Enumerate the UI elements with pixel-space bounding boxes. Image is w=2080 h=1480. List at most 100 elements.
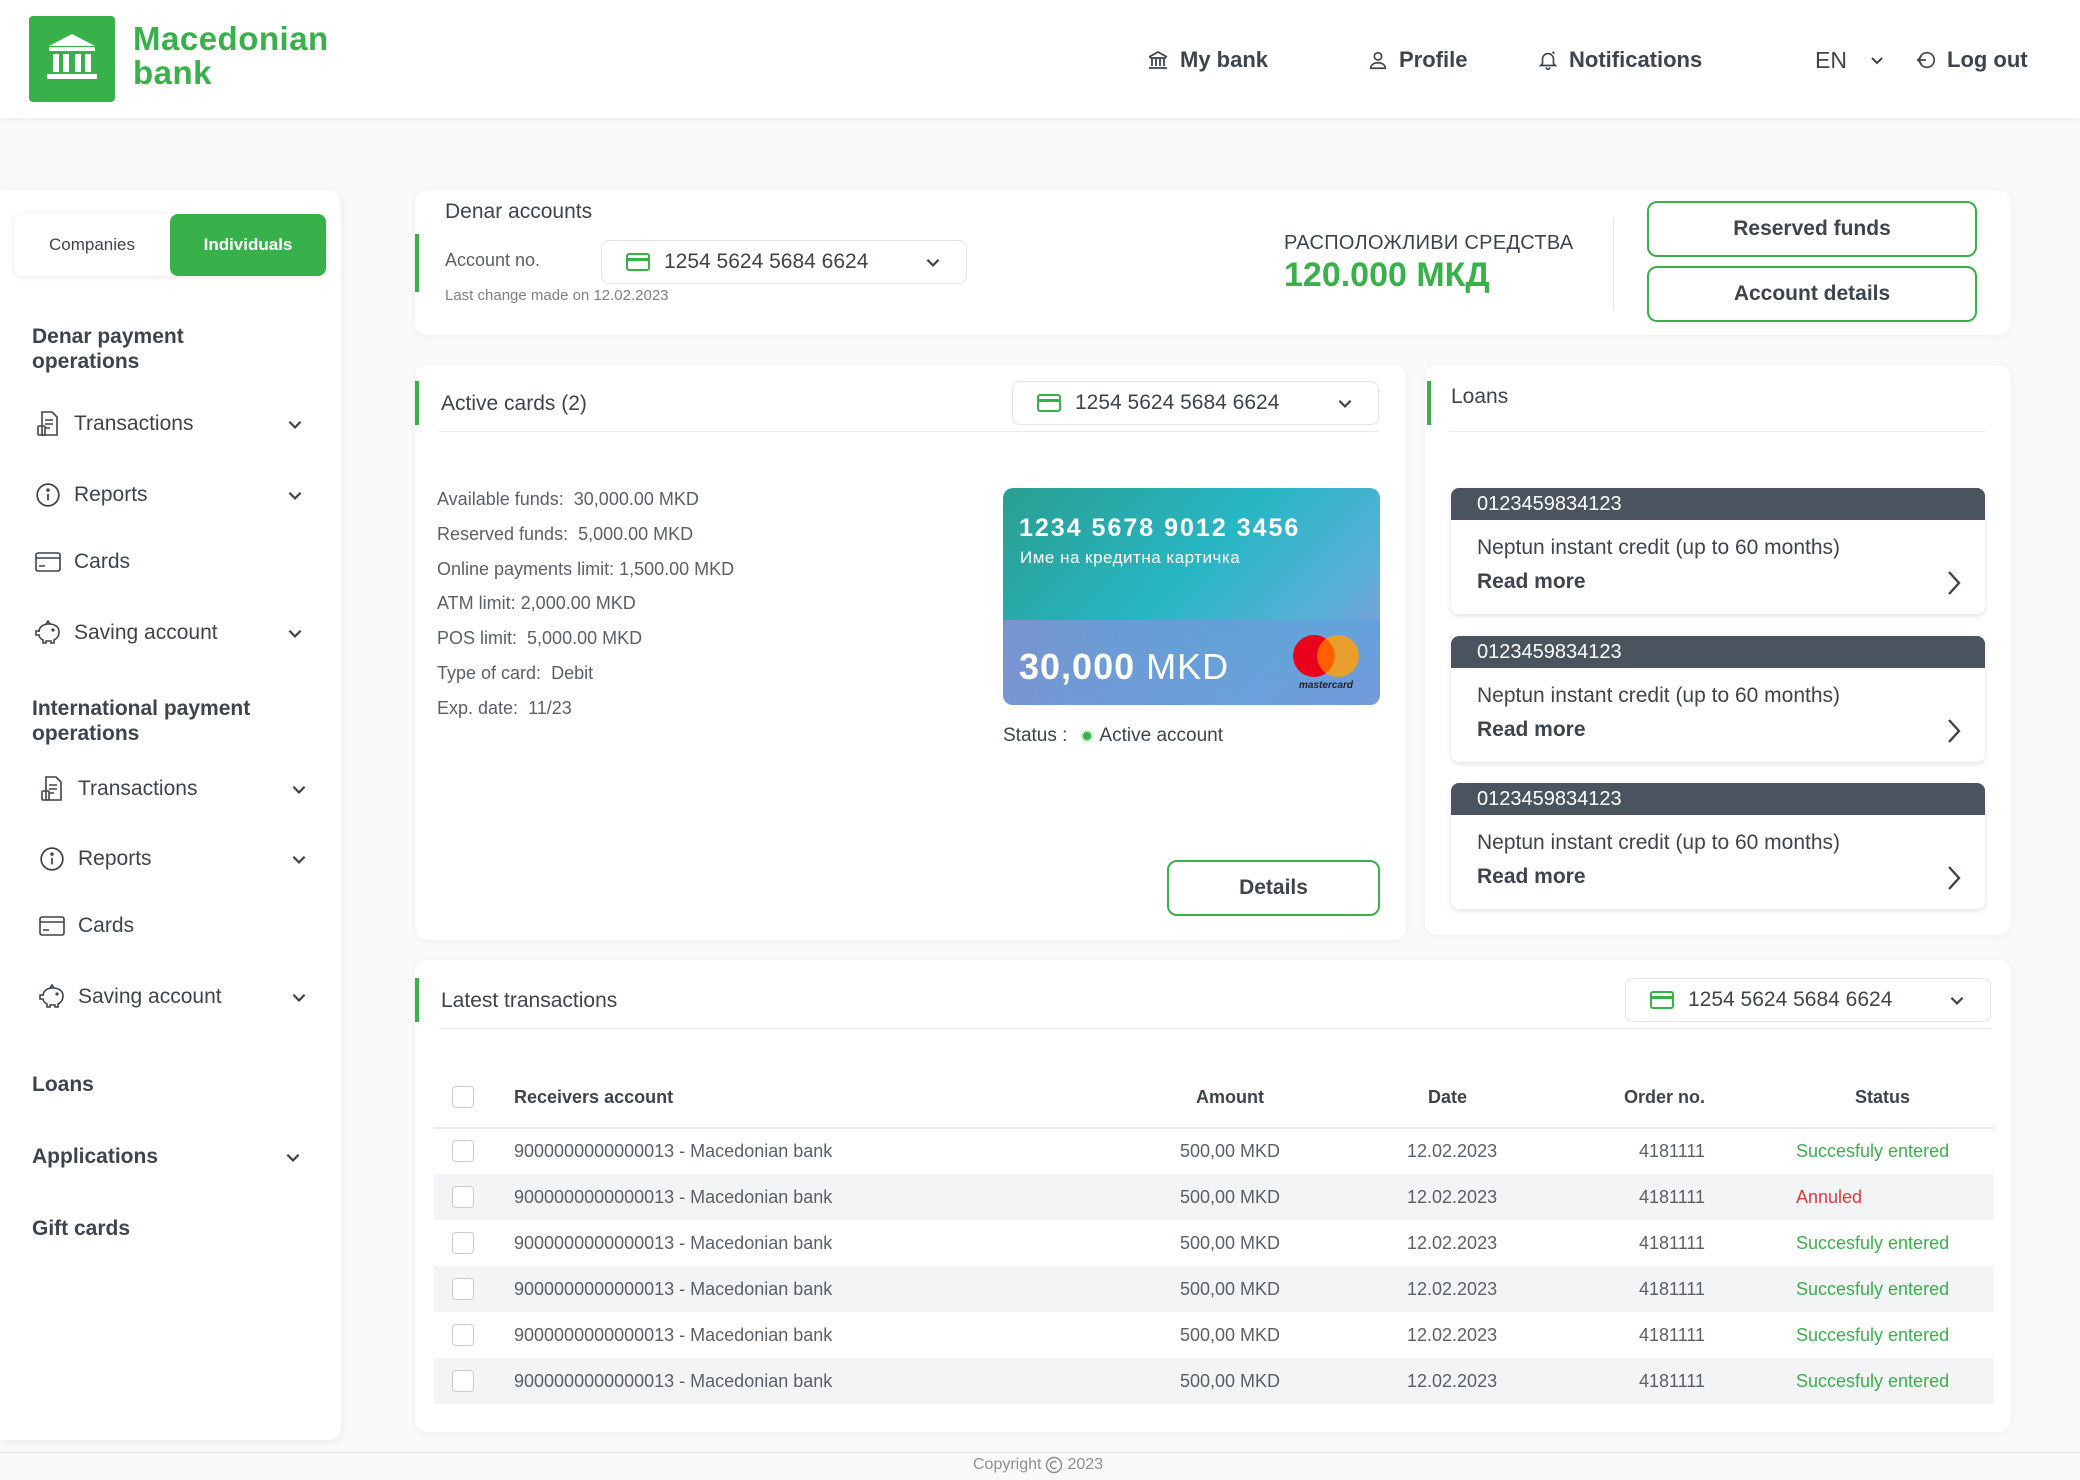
chevron-down-icon xyxy=(290,988,308,1006)
cell-account: 9000000000000013 - Macedonian bank xyxy=(514,1324,833,1345)
sidebar-item-gift-cards[interactable]: Gift cards xyxy=(32,1211,302,1247)
table-row[interactable]: 9000000000000013 - Macedonian bank 500,00… xyxy=(434,1220,1994,1266)
read-more-link[interactable]: Read more xyxy=(1477,570,1586,594)
table-row[interactable]: 9000000000000013 - Macedonian bank 500,00… xyxy=(434,1266,1994,1312)
card-status: Status : Active account xyxy=(1003,725,1223,747)
chevron-right-icon[interactable] xyxy=(1943,568,1965,598)
customer-type-toggle: Companies Individuals xyxy=(14,214,326,276)
chevron-right-icon[interactable] xyxy=(1943,863,1965,893)
card-icon xyxy=(38,912,66,940)
row-checkbox[interactable] xyxy=(452,1140,474,1162)
accent-bar xyxy=(415,234,419,292)
cell-date: 12.02.2023 xyxy=(1407,1186,1498,1207)
card-account-select[interactable]: 1254 5624 5684 6624 xyxy=(1012,381,1379,425)
sidebar-item-intl-transactions[interactable]: Transactions xyxy=(38,771,308,807)
info-value: Debit xyxy=(551,663,594,683)
col-receivers-account: Receivers account xyxy=(514,1087,674,1107)
cell-order: 4181111 xyxy=(1639,1370,1706,1391)
copyright-icon xyxy=(1045,1456,1063,1474)
sidebar-item-loans[interactable]: Loans xyxy=(32,1067,302,1103)
col-date: Date xyxy=(1428,1087,1468,1107)
info-icon xyxy=(34,481,62,509)
accent-bar xyxy=(1427,381,1431,425)
row-checkbox[interactable] xyxy=(452,1370,474,1392)
reserved-funds-button[interactable]: Reserved funds xyxy=(1647,201,1977,257)
row-checkbox[interactable] xyxy=(452,1186,474,1208)
cell-account: 9000000000000013 - Macedonian bank xyxy=(514,1278,833,1299)
sidebar-item-intl-cards[interactable]: Cards xyxy=(38,908,308,944)
cell-amount: 500,00 MKD xyxy=(1180,1140,1281,1161)
available-funds-amount: 120.000 МКД xyxy=(1284,256,1490,294)
cell-order: 4181111 xyxy=(1639,1186,1706,1207)
mastercard-logo-icon: mastercard xyxy=(1289,634,1363,691)
read-more-link[interactable]: Read more xyxy=(1477,865,1586,889)
card-balance: 30,000 MKD xyxy=(1019,646,1229,688)
table-row[interactable]: 9000000000000013 - Macedonian bank 500,00… xyxy=(434,1358,1994,1404)
language-select[interactable]: EN xyxy=(1815,44,1885,76)
bank-logo-icon[interactable] xyxy=(29,16,115,102)
chevron-down-icon xyxy=(286,486,304,504)
user-icon xyxy=(1367,49,1389,71)
bell-icon xyxy=(1537,48,1559,72)
tab-companies[interactable]: Companies xyxy=(14,214,170,276)
row-checkbox[interactable] xyxy=(452,1324,474,1346)
sidebar-item-label: Cards xyxy=(78,914,135,937)
sidebar-item-denar-reports[interactable]: Reports xyxy=(34,477,304,513)
sidebar-item-applications[interactable]: Applications xyxy=(32,1139,302,1175)
card-icon xyxy=(1650,991,1674,1009)
top-header: Macedonian bank My bank Profile Notifica… xyxy=(0,0,2080,118)
nav-my-bank[interactable]: My bank xyxy=(1146,44,1268,76)
info-value: 2,000.00 MKD xyxy=(520,593,636,613)
sidebar-item-label: Transactions xyxy=(78,777,198,800)
select-all-checkbox[interactable] xyxy=(452,1086,474,1108)
sidebar-item-intl-saving[interactable]: Saving account xyxy=(38,979,308,1015)
loan-card[interactable]: 0123459834123 Neptun instant credit (up … xyxy=(1451,488,1985,614)
cell-amount: 500,00 MKD xyxy=(1180,1278,1281,1299)
loan-name: Neptun instant credit (up to 60 months) xyxy=(1477,831,1841,854)
row-checkbox-cell xyxy=(452,1312,474,1358)
card-details-button[interactable]: Details xyxy=(1167,860,1380,916)
loan-card[interactable]: 0123459834123 Neptun instant credit (up … xyxy=(1451,783,1985,909)
cell-date: 12.02.2023 xyxy=(1407,1370,1498,1391)
info-label: Reserved funds: xyxy=(437,524,569,544)
sidebar: Companies Individuals Denar payment oper… xyxy=(0,190,341,1440)
loan-card[interactable]: 0123459834123 Neptun instant credit (up … xyxy=(1451,636,1985,762)
card-balance-currency: MKD xyxy=(1146,646,1230,687)
row-checkbox[interactable] xyxy=(452,1232,474,1254)
cell-order: 4181111 xyxy=(1639,1140,1706,1161)
tab-individuals[interactable]: Individuals xyxy=(170,214,326,276)
transactions-account-select[interactable]: 1254 5624 5684 6624 xyxy=(1625,978,1991,1022)
table-row[interactable]: 9000000000000013 - Macedonian bank 500,00… xyxy=(434,1312,1994,1358)
sidebar-item-denar-transactions[interactable]: Transactions xyxy=(34,406,304,442)
table-row[interactable]: 9000000000000013 - Macedonian bank 500,00… xyxy=(434,1174,1994,1220)
table-row[interactable]: 9000000000000013 - Macedonian bank 500,00… xyxy=(434,1128,1994,1174)
nav-logout[interactable]: Log out xyxy=(1915,44,2028,76)
chevron-right-icon[interactable] xyxy=(1943,716,1965,746)
account-select[interactable]: 1254 5624 5684 6624 xyxy=(601,240,967,284)
info-label: Exp. date: xyxy=(437,698,519,718)
read-more-link[interactable]: Read more xyxy=(1477,718,1586,742)
account-number-label: Account no. xyxy=(445,250,541,270)
nav-profile[interactable]: Profile xyxy=(1367,44,1467,76)
info-label: Online payments limit: xyxy=(437,559,615,579)
row-checkbox-cell xyxy=(452,1358,474,1404)
cell-account: 9000000000000013 - Macedonian bank xyxy=(514,1140,833,1161)
row-checkbox-cell xyxy=(452,1220,474,1266)
info-value: 5,000.00 MKD xyxy=(578,524,694,544)
row-checkbox[interactable] xyxy=(452,1278,474,1300)
sidebar-item-intl-reports[interactable]: Reports xyxy=(38,841,308,877)
chevron-down-icon xyxy=(1948,991,1966,1009)
sidebar-item-denar-cards[interactable]: Cards xyxy=(34,544,304,580)
nav-notifications[interactable]: Notifications xyxy=(1537,44,1702,76)
active-cards-title: Active cards (2) xyxy=(441,392,587,415)
loan-number: 0123459834123 xyxy=(1451,488,1985,520)
account-details-button[interactable]: Account details xyxy=(1647,266,1977,322)
sidebar-item-denar-saving[interactable]: Saving account xyxy=(34,615,304,651)
piggy-bank-icon xyxy=(34,619,62,647)
logout-icon xyxy=(1915,49,1937,71)
brand-name[interactable]: Macedonian bank xyxy=(133,22,329,90)
info-label: POS limit: xyxy=(437,628,518,648)
card-icon xyxy=(626,253,650,271)
credit-card-visual[interactable]: 1234 5678 9012 3456 Име на кредитна карт… xyxy=(1003,488,1380,705)
sidebar-item-label: Cards xyxy=(74,550,131,573)
